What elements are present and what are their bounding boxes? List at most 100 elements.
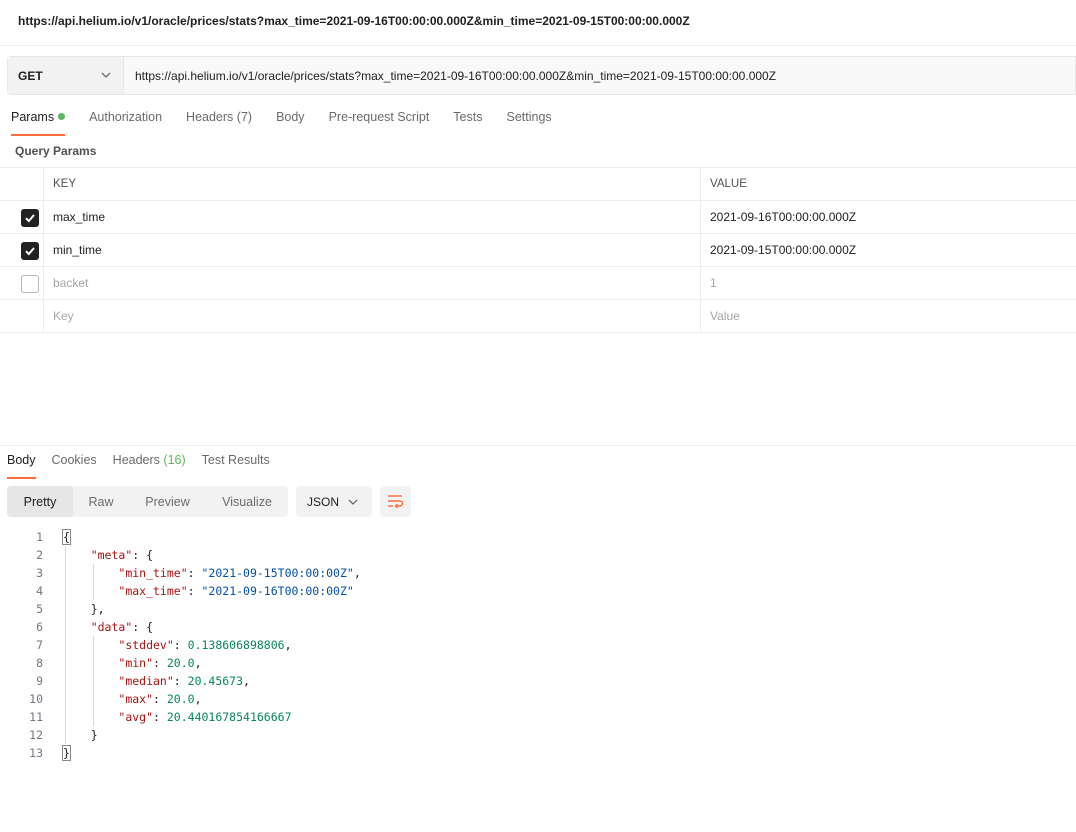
brace-close: } — [62, 745, 71, 761]
code-line: 12 } — [0, 726, 1076, 744]
format-select[interactable]: JSON — [296, 486, 372, 517]
query-params-table: KEY VALUE max_time 2021-09-16T00:00:00.0… — [0, 167, 1076, 333]
tab-params[interactable]: Params — [11, 110, 66, 136]
table-row: min_time 2021-09-15T00:00:00.000Z — [0, 234, 1076, 267]
code-line: 3 "min_time": "2021-09-15T00:00:00Z", — [0, 564, 1076, 582]
param-key[interactable]: backet — [44, 267, 701, 299]
header-value: VALUE — [710, 178, 747, 190]
json-number: 20.440167854166667 — [166, 710, 292, 724]
param-value[interactable]: 1 — [701, 267, 1076, 299]
code-line: 7 "stddev": 0.138606898806, — [0, 636, 1076, 654]
line-number: 11 — [29, 710, 43, 724]
tab-headers[interactable]: Headers (7) — [186, 110, 252, 134]
param-value[interactable]: 2021-09-15T00:00:00.000Z — [701, 234, 1076, 266]
line-number: 4 — [36, 584, 43, 598]
json-number: 0.138606898806 — [187, 638, 285, 652]
view-preview-button[interactable]: Preview — [129, 486, 206, 517]
request-tabs: Params Authorization Headers (7) Body Pr… — [11, 110, 576, 136]
line-number: 8 — [36, 656, 43, 670]
line-number: 10 — [29, 692, 43, 706]
view-raw-button[interactable]: Raw — [73, 486, 129, 517]
line-number: 5 — [36, 602, 43, 616]
tab-response-headers-count: (16) — [163, 453, 186, 467]
chevron-down-icon — [101, 72, 111, 78]
json-key: "max_time" — [118, 584, 188, 598]
json-key: "min" — [118, 656, 154, 670]
view-mode-group: Pretty Raw Preview Visualize — [7, 486, 288, 517]
code-line: 10 "max": 20.0, — [0, 690, 1076, 708]
wrap-lines-button[interactable] — [380, 486, 411, 517]
json-key: "avg" — [118, 710, 154, 724]
param-checkbox[interactable] — [21, 242, 39, 260]
line-number: 6 — [36, 620, 43, 634]
request-bar: GET https://api.helium.io/v1/oracle/pric… — [7, 56, 1076, 95]
line-number: 12 — [29, 728, 43, 742]
line-number: 2 — [36, 548, 43, 562]
code-line: 6 "data": { — [0, 618, 1076, 636]
tab-test-results[interactable]: Test Results — [202, 453, 270, 477]
code-line: 11 "avg": 20.440167854166667 — [0, 708, 1076, 726]
json-key: "median" — [118, 674, 174, 688]
code-line: 1{ — [0, 528, 1076, 546]
new-param-row: Key Value — [0, 300, 1076, 333]
table-header-row: KEY VALUE — [0, 168, 1076, 201]
code-line: 13} — [0, 744, 1076, 762]
view-visualize-button[interactable]: Visualize — [206, 486, 288, 517]
check-cell — [0, 267, 44, 299]
line-number: 3 — [36, 566, 43, 580]
response-view-bar: Pretty Raw Preview Visualize JSON — [7, 486, 411, 517]
param-value[interactable]: 2021-09-16T00:00:00.000Z — [701, 201, 1076, 233]
method-select[interactable]: GET — [8, 57, 124, 94]
json-key: "meta" — [90, 548, 133, 562]
param-key[interactable]: min_time — [44, 234, 701, 266]
new-value-input[interactable]: Value — [701, 300, 1076, 332]
check-cell — [0, 234, 44, 266]
tab-cookies[interactable]: Cookies — [52, 453, 97, 477]
table-row: max_time 2021-09-16T00:00:00.000Z — [0, 201, 1076, 234]
new-key-input[interactable]: Key — [44, 300, 701, 332]
request-title-bar: https://api.helium.io/v1/oracle/prices/s… — [0, 0, 1076, 46]
line-number: 1 — [36, 530, 43, 544]
checkmark-icon — [25, 214, 35, 223]
code-line: 5 }, — [0, 600, 1076, 618]
tab-body[interactable]: Body — [276, 110, 305, 134]
json-number: 20.0 — [166, 656, 195, 670]
tab-tests[interactable]: Tests — [453, 110, 482, 134]
json-key: "max" — [118, 692, 154, 706]
json-string: "2021-09-15T00:00:00Z" — [201, 566, 354, 580]
code-line: 8 "min": 20.0, — [0, 654, 1076, 672]
param-checkbox[interactable] — [21, 275, 39, 293]
tab-response-headers[interactable]: Headers (16) — [113, 453, 186, 477]
format-label: JSON — [307, 494, 340, 509]
tab-response-body[interactable]: Body — [7, 453, 36, 479]
code-line: 2 "meta": { — [0, 546, 1076, 564]
tab-pre-request-script[interactable]: Pre-request Script — [329, 110, 430, 134]
chevron-down-icon — [348, 499, 358, 505]
response-body-viewer[interactable]: 1{ 2 "meta": { 3 "min_time": "2021-09-15… — [0, 528, 1076, 762]
pane-divider[interactable] — [0, 445, 1076, 446]
param-key[interactable]: max_time — [44, 201, 701, 233]
table-row: backet 1 — [0, 267, 1076, 300]
header-check-cell — [0, 168, 44, 200]
response-tabs: Body Cookies Headers (16) Test Results — [7, 453, 286, 479]
url-input[interactable]: https://api.helium.io/v1/oracle/prices/s… — [124, 57, 1075, 94]
check-cell — [0, 201, 44, 233]
json-key: "data" — [90, 620, 133, 634]
line-number: 9 — [36, 674, 43, 688]
view-pretty-button[interactable]: Pretty — [7, 486, 73, 517]
check-cell — [0, 300, 44, 332]
brace-open: { — [62, 529, 71, 545]
param-checkbox[interactable] — [21, 209, 39, 227]
tab-settings[interactable]: Settings — [506, 110, 551, 134]
query-params-title: Query Params — [15, 144, 97, 158]
request-title[interactable]: https://api.helium.io/v1/oracle/prices/s… — [18, 14, 690, 28]
method-label: GET — [18, 68, 43, 83]
code-line: 9 "median": 20.45673, — [0, 672, 1076, 690]
json-string: "2021-09-16T00:00:00Z" — [201, 584, 354, 598]
tab-params-label: Params — [11, 110, 55, 124]
tab-authorization[interactable]: Authorization — [89, 110, 162, 134]
code-line: 4 "max_time": "2021-09-16T00:00:00Z" — [0, 582, 1076, 600]
json-key: "stddev" — [118, 638, 174, 652]
tab-response-headers-label: Headers — [112, 453, 160, 467]
checkmark-icon — [25, 247, 35, 256]
